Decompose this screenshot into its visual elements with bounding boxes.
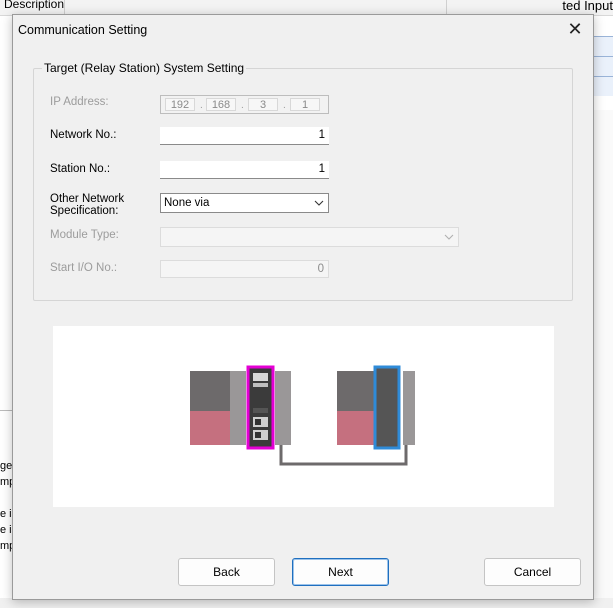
ip-octet-4: 1 <box>290 98 320 111</box>
station-no-label: Station No.: <box>50 163 111 175</box>
ip-octet-3: 3 <box>248 98 278 111</box>
system-diagram-graphic <box>190 365 415 466</box>
network-no-label: Network No.: <box>50 129 117 141</box>
ip-separator: . <box>283 100 286 111</box>
close-icon[interactable]: ✕ <box>565 19 585 39</box>
cancel-button[interactable]: Cancel <box>484 558 581 586</box>
module-type-select <box>160 227 459 247</box>
chevron-down-icon <box>314 194 324 219</box>
ip-separator: . <box>200 100 203 111</box>
column-header-fragment: ted Input <box>562 0 613 13</box>
dialog-title: Communication Setting <box>18 23 148 37</box>
other-network-label-line1: Other Network <box>50 193 125 205</box>
module-type-label: Module Type: <box>50 229 119 241</box>
ip-separator: . <box>241 100 244 111</box>
connection-diagram <box>53 326 554 507</box>
background-table-cells <box>591 36 613 96</box>
background-right-panel <box>594 110 613 598</box>
relay-station-rack <box>337 365 415 450</box>
back-button[interactable]: Back <box>178 558 275 586</box>
station-no-input[interactable]: 1 <box>160 161 329 179</box>
description-column-header: Description <box>4 0 65 11</box>
chevron-down-icon <box>444 228 454 253</box>
target-system-setting-group: Target (Relay Station) System Setting IP… <box>33 61 573 301</box>
own-station-rack <box>190 365 291 450</box>
other-network-label: Other Network Specification: <box>50 193 124 217</box>
start-io-label: Start I/O No.: <box>50 262 118 274</box>
other-network-value: None via <box>164 197 210 209</box>
ip-address-input: 192 . 168 . 3 . 1 <box>160 95 329 114</box>
other-network-label-line2: Specification: <box>50 205 119 217</box>
other-network-select[interactable]: None via <box>160 193 329 213</box>
communication-setting-dialog: Communication Setting ✕ Target (Relay St… <box>12 14 594 600</box>
next-button[interactable]: Next <box>292 558 389 586</box>
start-io-input: 0 <box>160 260 329 278</box>
ip-octet-1: 192 <box>165 98 195 111</box>
network-module-highlight <box>373 365 401 450</box>
group-title: Target (Relay Station) System Setting <box>42 61 247 75</box>
ip-address-label: IP Address: <box>50 96 109 108</box>
ip-octet-2: 168 <box>206 98 236 111</box>
network-no-input[interactable]: 1 <box>160 127 329 145</box>
dialog-titlebar: Communication Setting ✕ <box>13 15 593 45</box>
